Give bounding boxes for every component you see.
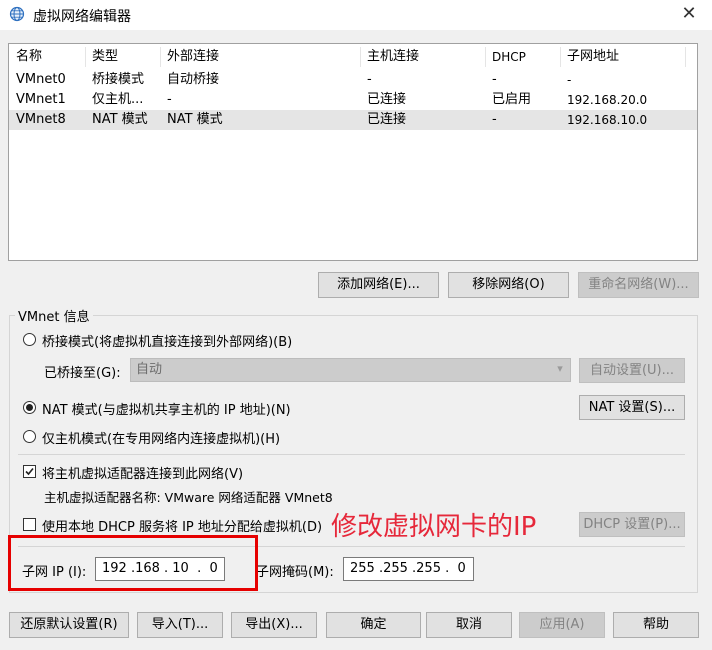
network-list[interactable]: 名称 类型 外部连接 主机连接 DHCP 子网地址 VMnet0 桥接模式 自动… xyxy=(8,43,698,261)
cell-external: 自动桥接 xyxy=(167,72,220,87)
connect-adapter-label[interactable]: 将主机虚拟适配器连接到此网络(V) xyxy=(42,463,243,482)
add-network-button[interactable]: 添加网络(E)... xyxy=(318,272,439,298)
network-globe-icon xyxy=(9,6,25,22)
column-header-dhcp[interactable]: DHCP xyxy=(485,44,560,70)
dhcp-checkbox[interactable] xyxy=(23,518,36,531)
bridged-radio[interactable] xyxy=(23,333,36,346)
annotation-highlight-box xyxy=(8,535,258,591)
cell-subnet: - xyxy=(567,73,572,87)
table-row-selected[interactable]: VMnet8 NAT 模式 NAT 模式 已连接 - 192.168.10.0 xyxy=(9,110,697,130)
cell-dhcp: - xyxy=(492,112,497,127)
annotation-text: 修改虚拟网卡的IP xyxy=(331,512,537,542)
subnet-mask-label: 子网掩码(M): xyxy=(256,565,334,580)
help-button[interactable]: 帮助 xyxy=(613,612,699,638)
cell-host: 已连接 xyxy=(367,92,407,107)
export-button[interactable]: 导出(X)... xyxy=(231,612,317,638)
column-header-host[interactable]: 主机连接 xyxy=(360,44,485,70)
ok-button[interactable]: 确定 xyxy=(326,612,421,638)
rename-network-button[interactable]: 重命名网络(W)... xyxy=(578,272,699,298)
list-header: 名称 类型 外部连接 主机连接 DHCP 子网地址 xyxy=(9,44,697,70)
subnet-mask-input[interactable]: 255 .255 .255 . 0 xyxy=(343,557,474,581)
table-row[interactable]: VMnet1 仅主机... - 已连接 已启用 192.168.20.0 xyxy=(9,90,697,110)
cell-type: 仅主机... xyxy=(92,92,144,107)
dhcp-label[interactable]: 使用本地 DHCP 服务将 IP 地址分配给虚拟机(D) xyxy=(42,516,322,535)
hostonly-radio[interactable] xyxy=(23,430,36,443)
window-title: 虚拟网络编辑器 xyxy=(33,9,131,25)
column-header-name[interactable]: 名称 xyxy=(9,44,85,70)
cell-host: 已连接 xyxy=(367,112,407,127)
cell-dhcp: - xyxy=(492,72,497,87)
cell-name: VMnet0 xyxy=(16,72,66,87)
apply-button[interactable]: 应用(A) xyxy=(519,612,605,638)
cell-subnet: 192.168.10.0 xyxy=(567,113,648,127)
cell-name: VMnet8 xyxy=(16,112,66,127)
chevron-down-icon: ▾ xyxy=(557,362,563,375)
cell-external: - xyxy=(167,92,172,107)
cancel-button[interactable]: 取消 xyxy=(426,612,512,638)
checkmark-icon xyxy=(25,467,34,476)
table-row[interactable]: VMnet0 桥接模式 自动桥接 - - - xyxy=(9,70,697,90)
restore-defaults-button[interactable]: 还原默认设置(R) xyxy=(9,612,129,638)
dhcp-settings-button[interactable]: DHCP 设置(P)... xyxy=(579,512,685,537)
import-button[interactable]: 导入(T)... xyxy=(137,612,223,638)
remove-network-button[interactable]: 移除网络(O) xyxy=(448,272,569,298)
nat-settings-button[interactable]: NAT 设置(S)... xyxy=(579,395,685,420)
connect-adapter-checkbox[interactable] xyxy=(23,465,36,478)
nat-label[interactable]: NAT 模式(与虚拟机共享主机的 IP 地址)(N) xyxy=(42,399,291,418)
nat-radio[interactable] xyxy=(23,401,36,414)
bridged-to-select[interactable]: 自动 xyxy=(130,358,571,382)
cell-type: NAT 模式 xyxy=(92,112,148,127)
bridged-to-label: 已桥接至(G): xyxy=(44,366,121,381)
bridged-label[interactable]: 桥接模式(将虚拟机直接连接到外部网络)(B) xyxy=(42,331,292,350)
column-header-type[interactable]: 类型 xyxy=(85,44,160,70)
cell-host: - xyxy=(367,72,372,87)
column-header-external[interactable]: 外部连接 xyxy=(160,44,360,70)
auto-settings-button[interactable]: 自动设置(U)... xyxy=(579,358,685,383)
cell-type: 桥接模式 xyxy=(92,72,145,87)
vmnet-info-legend: VMnet 信息 xyxy=(15,306,93,325)
close-icon[interactable]: ✕ xyxy=(678,3,700,25)
cell-subnet: 192.168.20.0 xyxy=(567,93,648,107)
cell-external: NAT 模式 xyxy=(167,112,223,127)
adapter-name-text: 主机虚拟适配器名称: VMware 网络适配器 VMnet8 xyxy=(44,490,333,505)
cell-dhcp: 已启用 xyxy=(492,92,532,107)
column-header-subnet[interactable]: 子网地址 xyxy=(560,44,685,70)
cell-name: VMnet1 xyxy=(16,92,66,107)
divider xyxy=(18,454,685,455)
hostonly-label[interactable]: 仅主机模式(在专用网络内连接虚拟机)(H) xyxy=(42,428,280,447)
